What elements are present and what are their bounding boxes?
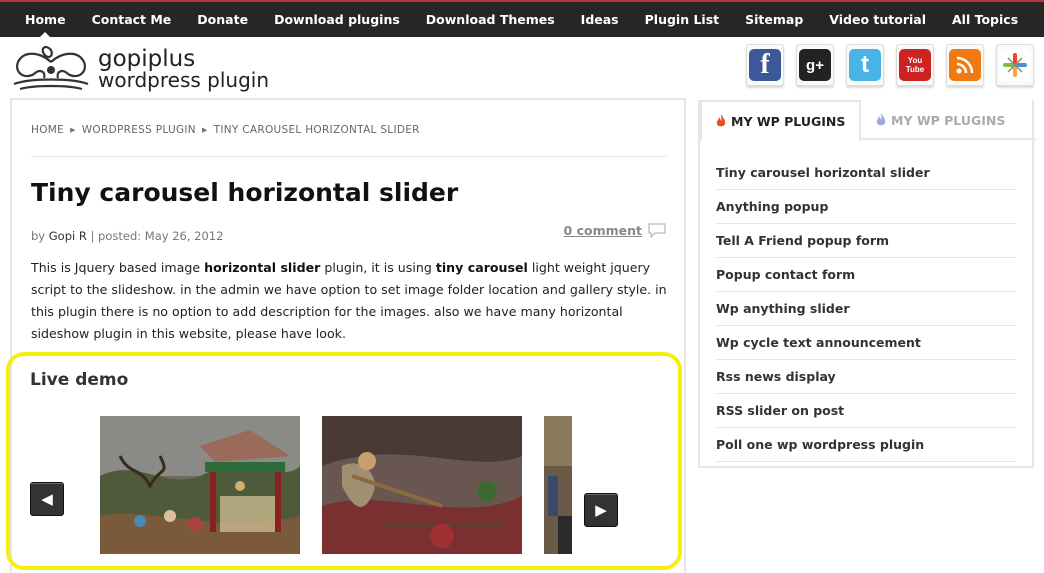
plugin-link-rss-slider[interactable]: RSS slider on post <box>716 394 1016 428</box>
breadcrumb-separator-icon: ▶ <box>70 126 76 134</box>
nav-item-home[interactable]: Home <box>12 2 79 37</box>
flame-icon <box>876 113 886 126</box>
post-title: Tiny carousel horizontal slider <box>31 178 459 207</box>
nav-item-download-plugins[interactable]: Download plugins <box>261 2 413 37</box>
plugin-link-rss-news-display[interactable]: Rss news display <box>716 360 1016 394</box>
flame-icon <box>716 114 726 127</box>
twitter-button[interactable]: t <box>846 44 884 86</box>
posted-date: | posted: May 26, 2012 <box>90 229 224 243</box>
nav-item-donate[interactable]: Donate <box>184 2 261 37</box>
carousel-slide-image <box>544 416 572 554</box>
joomla-icon <box>999 49 1031 81</box>
plugin-link-popup-contact-form[interactable]: Popup contact form <box>716 258 1016 292</box>
youtube-button[interactable]: You Tube <box>896 44 934 86</box>
social-icons: f g+ t You Tube <box>746 44 1034 86</box>
top-navigation: Home Contact Me Donate Download plugins … <box>0 0 1044 37</box>
nav-item-ideas[interactable]: Ideas <box>568 2 632 37</box>
plugin-list: Tiny carousel horizontal slider Anything… <box>716 156 1016 462</box>
post-meta: by Gopi R | posted: May 26, 2012 <box>31 229 223 243</box>
main-content: HOME ▶ WORDPRESS PLUGIN ▶ TINY CAROUSEL … <box>6 98 686 573</box>
live-demo-title: Live demo <box>30 370 129 390</box>
comments-count: 0 comment <box>563 223 642 238</box>
nav-item-contact-me[interactable]: Contact Me <box>79 2 185 37</box>
tab-label: MY WP PLUGINS <box>891 112 1006 128</box>
nav-item-plugin-list[interactable]: Plugin List <box>632 2 733 37</box>
breadcrumb: HOME ▶ WORDPRESS PLUGIN ▶ TINY CAROUSEL … <box>31 124 420 136</box>
google-plus-button[interactable]: g+ <box>796 44 834 86</box>
breadcrumb-current: TINY CAROUSEL HORIZONTAL SLIDER <box>213 124 420 136</box>
nav-menu: Home Contact Me Donate Download plugins … <box>0 2 1044 37</box>
comments-link[interactable]: 0 comment <box>564 223 666 238</box>
comment-bubble-icon <box>648 223 666 238</box>
plugin-link-tiny-carousel[interactable]: Tiny carousel horizontal slider <box>716 156 1016 190</box>
plugin-link-anything-popup[interactable]: Anything popup <box>716 190 1016 224</box>
breadcrumb-separator-icon: ▶ <box>201 126 208 134</box>
arrow-left-icon: ◀ <box>41 490 53 508</box>
live-demo-box: Live demo ◀ ▶ <box>6 352 682 570</box>
tab-label: MY WP PLUGINS <box>731 113 846 129</box>
plugin-link-tell-a-friend[interactable]: Tell A Friend popup form <box>716 224 1016 258</box>
breadcrumb-category[interactable]: WORDPRESS PLUGIN <box>82 124 196 136</box>
logo-subtitle: wordpress plugin <box>98 68 269 92</box>
plugin-link-wp-cycle-text[interactable]: Wp cycle text announcement <box>716 326 1016 360</box>
site-logo[interactable]: gopiplus wordpress plugin <box>10 42 300 92</box>
logo-emblem-icon <box>13 45 89 91</box>
post-body: This is Jquery based image horizontal sl… <box>31 260 667 341</box>
plugin-link-wp-anything-slider[interactable]: Wp anything slider <box>716 292 1016 326</box>
rss-icon <box>949 49 981 81</box>
sidebar: MY WP PLUGINS MY WP PLUGINS Tiny carouse… <box>698 100 1036 468</box>
tab-my-wp-plugins-alt[interactable]: MY WP PLUGINS <box>872 100 1005 140</box>
breadcrumb-home[interactable]: HOME <box>31 124 64 136</box>
plugin-link-poll-one[interactable]: Poll one wp wordpress plugin <box>716 428 1016 462</box>
arrow-right-icon: ▶ <box>595 501 607 519</box>
author-link[interactable]: Gopi R <box>49 229 87 243</box>
meta-by-label: by <box>31 229 46 243</box>
nav-item-sitemap[interactable]: Sitemap <box>732 2 816 37</box>
facebook-icon: f <box>749 49 781 81</box>
sidebar-tabs: MY WP PLUGINS MY WP PLUGINS <box>700 100 1036 142</box>
carousel-slide-image <box>100 416 300 554</box>
divider <box>31 156 667 157</box>
carousel-slide-image <box>322 416 522 554</box>
tab-my-wp-plugins[interactable]: MY WP PLUGINS <box>700 100 861 142</box>
nav-item-video-tutorial[interactable]: Video tutorial <box>816 2 939 37</box>
facebook-button[interactable]: f <box>746 44 784 86</box>
rss-button[interactable] <box>946 44 984 86</box>
carousel-prev-button[interactable]: ◀ <box>30 482 64 516</box>
carousel-next-button[interactable]: ▶ <box>584 493 618 527</box>
nav-item-download-themes[interactable]: Download Themes <box>413 2 568 37</box>
joomla-button[interactable] <box>996 44 1034 86</box>
twitter-icon: t <box>849 49 881 81</box>
youtube-icon: You Tube <box>899 49 931 81</box>
google-plus-icon: g+ <box>799 49 831 81</box>
nav-item-all-topics[interactable]: All Topics <box>939 2 1031 37</box>
